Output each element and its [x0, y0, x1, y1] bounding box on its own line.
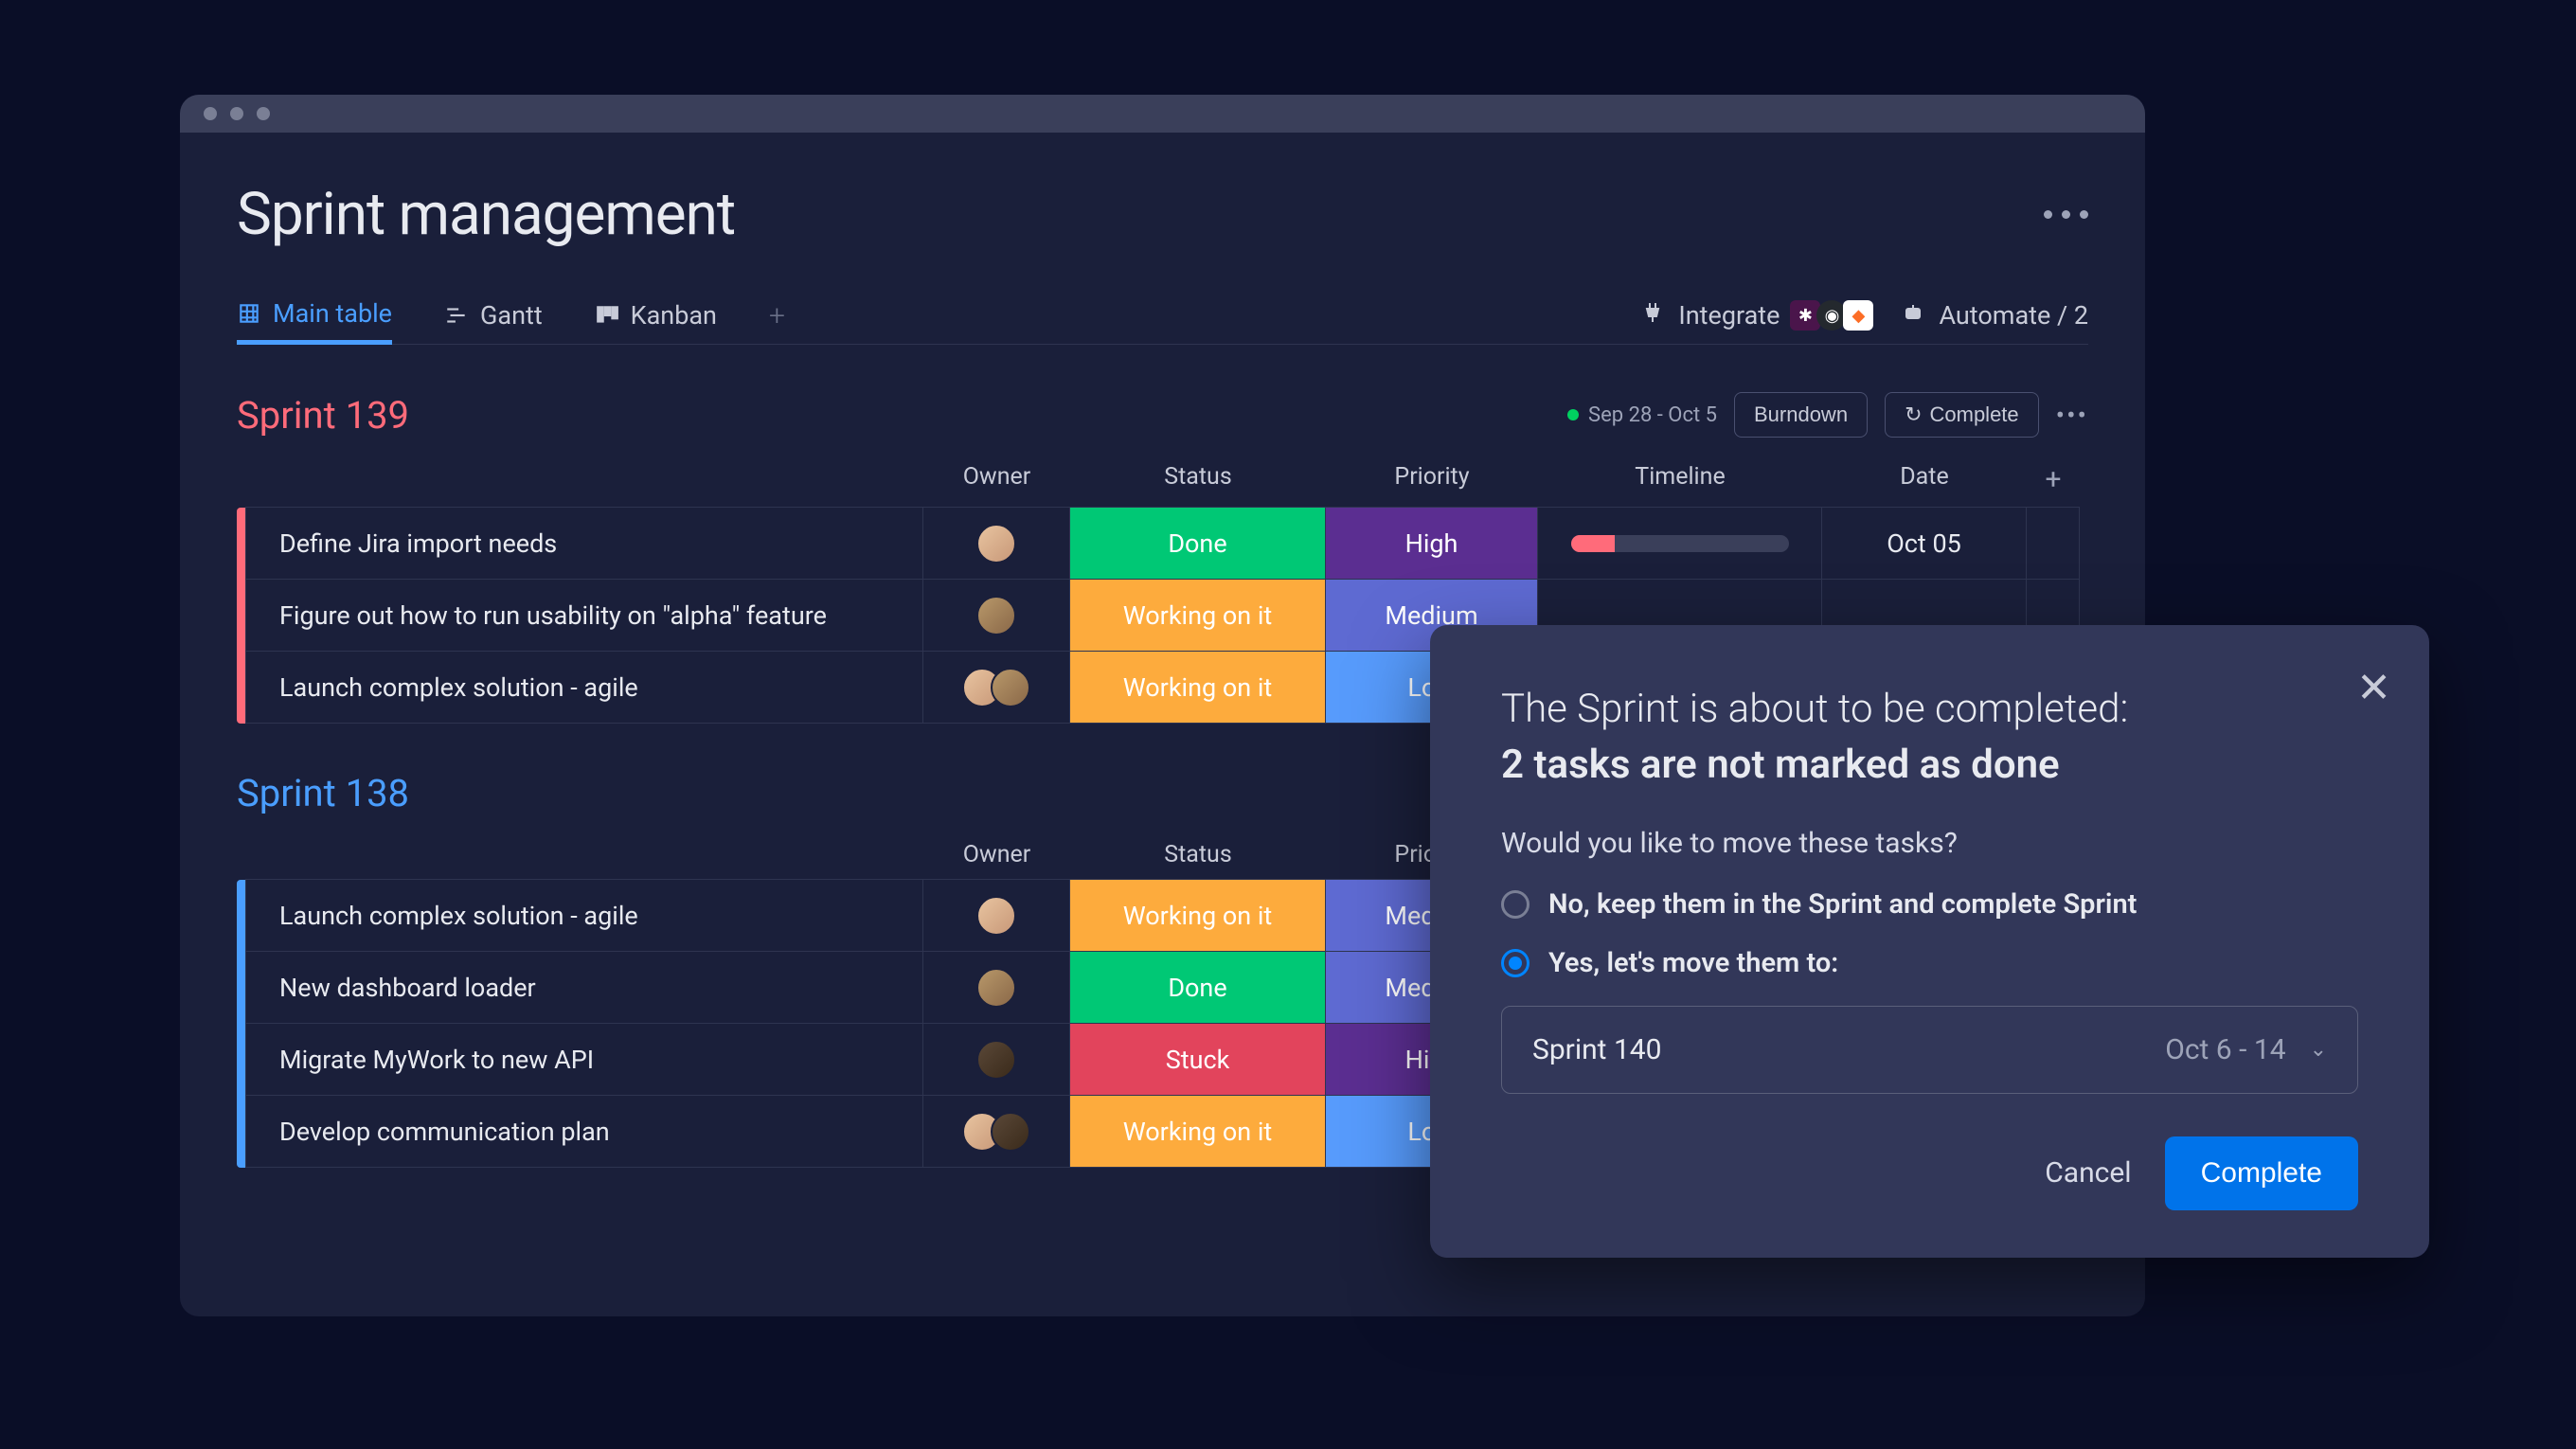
task-name-cell[interactable]: New dashboard loader — [245, 951, 923, 1024]
owner-cell[interactable] — [922, 879, 1070, 952]
tab-gantt[interactable]: Gantt — [444, 289, 543, 342]
column-header-owner[interactable]: Owner — [923, 830, 1070, 880]
plug-icon — [1641, 300, 1664, 331]
window-titlebar — [180, 95, 2145, 133]
sprint-date-range: Sep 28 - Oct 5 — [1567, 403, 1717, 427]
radio-icon — [1501, 949, 1530, 977]
view-tabs: Main table Gantt Kanban + — [237, 287, 2088, 345]
status-cell[interactable]: Stuck — [1069, 1023, 1326, 1096]
close-icon: ✕ — [2356, 663, 2391, 712]
window-control-dot[interactable] — [204, 107, 217, 120]
timeline-cell[interactable] — [1537, 507, 1822, 580]
radio-label: Yes, let's move them to: — [1548, 947, 1838, 979]
sprint-title[interactable]: Sprint 139 — [237, 393, 409, 438]
column-header-date[interactable]: Date — [1822, 452, 2027, 508]
dialog-question: Would you like to move these tasks? — [1501, 827, 2358, 860]
radio-icon — [1501, 890, 1530, 919]
avatar — [976, 1040, 1016, 1080]
task-name-cell[interactable]: Launch complex solution - agile — [245, 651, 923, 724]
integrate-label: Integrate — [1678, 300, 1780, 331]
tab-label: Gantt — [480, 300, 543, 331]
column-header-status[interactable]: Status — [1070, 830, 1326, 880]
tab-main-table[interactable]: Main table — [237, 287, 392, 345]
date-cell[interactable]: Oct 05 — [1821, 507, 2027, 580]
empty-cell — [2026, 507, 2080, 580]
column-header-owner[interactable]: Owner — [923, 452, 1070, 508]
integrate-button[interactable]: Integrate ✱ ◉ ◆ — [1641, 300, 1873, 331]
page-title: Sprint management — [237, 180, 735, 249]
radio-option-move[interactable]: Yes, let's move them to: — [1501, 947, 2358, 979]
task-name-cell[interactable]: Define Jira import needs — [245, 507, 923, 580]
add-view-button[interactable]: + — [769, 299, 785, 332]
chevron-down-icon: ⌄ — [2310, 1038, 2327, 1062]
task-name-cell[interactable]: Migrate MyWork to new API — [245, 1023, 923, 1096]
column-header-priority[interactable]: Priority — [1326, 452, 1538, 508]
tab-label: Main table — [273, 298, 392, 329]
robot-icon — [1902, 300, 1924, 331]
dialog-heading: The Sprint is about to be completed: 2 t… — [1501, 682, 2358, 794]
status-cell[interactable]: Done — [1069, 507, 1326, 580]
page-more-menu[interactable] — [2044, 210, 2088, 219]
window-control-dot[interactable] — [257, 107, 270, 120]
sprint-more-menu[interactable]: ••• — [2056, 400, 2088, 431]
select-date-range: Oct 6 - 14 — [2165, 1033, 2285, 1066]
destination-sprint-select[interactable]: Sprint 140 Oct 6 - 14 ⌄ — [1501, 1006, 2358, 1094]
complete-sprint-button[interactable]: ↻ Complete — [1885, 392, 2039, 438]
owner-cell[interactable] — [922, 507, 1070, 580]
status-cell[interactable]: Working on it — [1069, 879, 1326, 952]
column-header-status[interactable]: Status — [1070, 452, 1326, 508]
owner-cell[interactable] — [922, 951, 1070, 1024]
column-headers: Owner Status Priority Timeline Date + — [237, 452, 2088, 508]
integration-icons: ✱ ◉ ◆ — [1794, 300, 1873, 331]
radio-label: No, keep them in the Sprint and complete… — [1548, 888, 2137, 921]
owner-cell[interactable] — [922, 579, 1070, 652]
table-icon — [237, 301, 261, 326]
avatar — [976, 968, 1016, 1008]
avatar — [976, 524, 1016, 564]
refresh-icon: ↻ — [1905, 402, 1922, 427]
table-row[interactable]: Define Jira import needs Done High Oct 0… — [246, 508, 2088, 580]
cancel-button[interactable]: Cancel — [2045, 1156, 2131, 1190]
avatar — [991, 1112, 1030, 1152]
window-control-dot[interactable] — [230, 107, 243, 120]
select-value: Sprint 140 — [1532, 1033, 1662, 1066]
close-button[interactable]: ✕ — [2356, 663, 2391, 712]
complete-sprint-dialog: ✕ The Sprint is about to be completed: 2… — [1430, 625, 2429, 1258]
status-cell[interactable]: Working on it — [1069, 651, 1326, 724]
avatar — [976, 896, 1016, 936]
automate-label: Automate / 2 — [1939, 300, 2088, 331]
task-name-cell[interactable]: Develop communication plan — [245, 1095, 923, 1168]
owner-cell[interactable] — [922, 1023, 1070, 1096]
sprint-title[interactable]: Sprint 138 — [237, 771, 409, 815]
owner-cell[interactable] — [922, 651, 1070, 724]
gantt-icon — [444, 303, 469, 328]
avatar — [991, 668, 1030, 707]
complete-button[interactable]: Complete — [2165, 1136, 2358, 1210]
automate-button[interactable]: Automate / 2 — [1902, 300, 2088, 331]
tab-label: Kanban — [631, 300, 717, 331]
radio-option-keep[interactable]: No, keep them in the Sprint and complete… — [1501, 888, 2358, 921]
priority-cell[interactable]: High — [1325, 507, 1538, 580]
task-name-cell[interactable]: Figure out how to run usability on "alph… — [245, 579, 923, 652]
task-name-cell[interactable]: Launch complex solution - agile — [245, 879, 923, 952]
column-header-timeline[interactable]: Timeline — [1538, 452, 1822, 508]
gitlab-icon: ◆ — [1843, 300, 1873, 331]
avatar — [976, 596, 1016, 635]
add-column-button[interactable]: + — [2027, 452, 2080, 508]
active-indicator-icon — [1567, 409, 1579, 420]
burndown-button[interactable]: Burndown — [1734, 392, 1868, 438]
tab-kanban[interactable]: Kanban — [595, 289, 717, 342]
owner-cell[interactable] — [922, 1095, 1070, 1168]
status-cell[interactable]: Done — [1069, 951, 1326, 1024]
timeline-bar — [1571, 535, 1789, 552]
status-cell[interactable]: Working on it — [1069, 1095, 1326, 1168]
status-cell[interactable]: Working on it — [1069, 579, 1326, 652]
kanban-icon — [595, 303, 619, 328]
